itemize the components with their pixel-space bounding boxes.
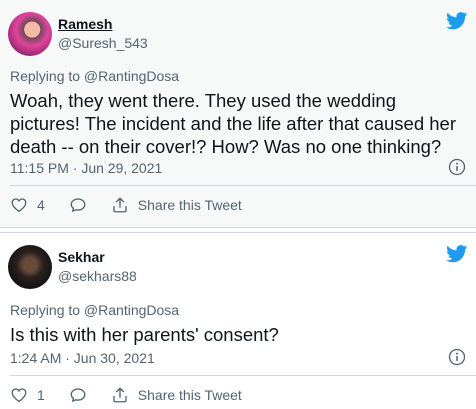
tweet-text: Is this with her parents' consent? — [10, 324, 279, 345]
display-name[interactable]: Ramesh — [58, 16, 112, 32]
share-icon — [113, 197, 127, 213]
display-name[interactable]: Sekhar — [58, 249, 105, 265]
avatar[interactable] — [8, 245, 52, 289]
tweet-card[interactable]: Sekhar @sekhars88 Replying to @RantingDo… — [0, 232, 476, 409]
avatar[interactable] — [8, 12, 52, 56]
divider — [10, 185, 476, 186]
tweet-text: Woah, they went there. They used the wed… — [10, 90, 456, 157]
action-bar: 1 Share this Tweet — [10, 385, 466, 405]
user-handle[interactable]: @Suresh_543 — [58, 35, 148, 51]
reply-button[interactable] — [69, 386, 87, 404]
share-button[interactable]: Share this Tweet — [111, 386, 242, 404]
divider — [10, 375, 476, 376]
twitter-bird-icon[interactable] — [446, 245, 468, 263]
comment-icon — [70, 388, 86, 403]
like-button[interactable]: 4 — [10, 196, 45, 214]
like-count: 1 — [37, 387, 45, 403]
share-icon — [113, 387, 127, 403]
replying-to[interactable]: Replying to @RantingDosa — [10, 68, 179, 84]
timestamp[interactable]: 11:15 PM · Jun 29, 2021 — [10, 160, 162, 176]
like-button[interactable]: 1 — [10, 386, 45, 404]
info-icon[interactable] — [448, 158, 466, 176]
timestamp[interactable]: 1:24 AM · Jun 30, 2021 — [10, 350, 155, 366]
like-count: 4 — [37, 197, 45, 213]
action-bar: 4 Share this Tweet — [10, 195, 466, 215]
heart-icon — [11, 388, 27, 403]
reply-button[interactable] — [69, 196, 87, 214]
tweet-card[interactable]: Ramesh @Suresh_543 Replying to @RantingD… — [0, 0, 476, 228]
twitter-bird-icon[interactable] — [446, 12, 468, 30]
comment-icon — [70, 198, 86, 213]
user-handle[interactable]: @sekhars88 — [58, 268, 137, 284]
heart-icon — [11, 198, 27, 213]
share-button[interactable]: Share this Tweet — [111, 196, 242, 214]
replying-to[interactable]: Replying to @RantingDosa — [10, 302, 179, 318]
share-label: Share this Tweet — [137, 387, 242, 403]
share-label: Share this Tweet — [137, 197, 242, 213]
info-icon[interactable] — [448, 348, 466, 366]
